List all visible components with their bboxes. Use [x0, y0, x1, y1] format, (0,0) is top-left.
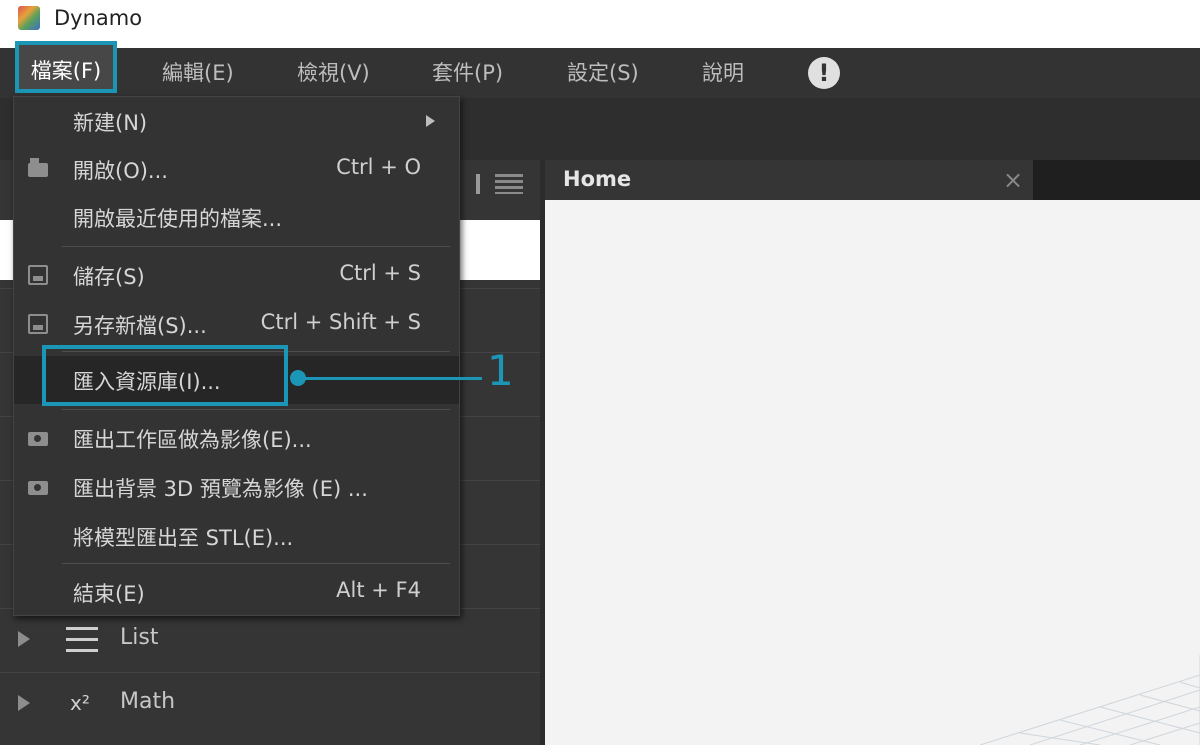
title-bar: Dynamo	[0, 0, 1200, 48]
expand-arrow-icon[interactable]	[18, 631, 30, 647]
callout-highlight-box	[42, 345, 288, 406]
list-icon	[66, 627, 98, 653]
save-icon	[28, 265, 48, 285]
divider-icon	[476, 174, 480, 194]
library-item-label: List	[120, 625, 159, 650]
menu-item-label: 開啟最近使用的檔案...	[73, 207, 283, 231]
camera-icon	[28, 432, 48, 446]
menu-item-label: 另存新檔(S)...	[73, 314, 207, 338]
menu-item-label: 儲存(S)	[73, 265, 145, 289]
menu-item-save[interactable]: 儲存(S) Ctrl + S	[14, 251, 459, 299]
menu-item-shortcut: Alt + F4	[336, 578, 421, 602]
menu-item-shortcut: Ctrl + S	[339, 261, 421, 285]
library-item-math[interactable]: x² Math	[0, 672, 540, 736]
math-icon: x²	[70, 691, 90, 715]
menu-separator	[62, 563, 450, 564]
menu-item-open[interactable]: 開啟(O)... Ctrl + O	[14, 145, 459, 193]
tab-label: Home	[563, 167, 632, 191]
menu-item-label: 新建(N)	[73, 111, 148, 135]
menu-bar: 檔案(F) 編輯(E) 檢視(V) 套件(P) 設定(S) 說明 !	[0, 41, 1200, 98]
folder-icon	[28, 158, 48, 177]
menu-item-shortcut: Ctrl + O	[336, 155, 421, 179]
menu-packages[interactable]: 套件(P)	[432, 48, 503, 98]
workspace[interactable]: Home ×	[545, 160, 1200, 745]
app-title: Dynamo	[54, 6, 143, 30]
menu-separator	[62, 246, 450, 247]
menu-item-shortcut: Ctrl + Shift + S	[260, 310, 421, 334]
exclamation-icon[interactable]: !	[808, 57, 840, 89]
tab-strip: Home ×	[545, 160, 1200, 200]
menu-item-open-recent[interactable]: 開啟最近使用的檔案...	[14, 193, 459, 241]
camera-icon	[28, 481, 48, 495]
save-as-icon	[28, 314, 48, 334]
menu-item-save-as[interactable]: 另存新檔(S)... Ctrl + Shift + S	[14, 300, 459, 348]
menu-help[interactable]: 說明	[702, 48, 744, 98]
menu-item-label: 將模型匯出至 STL(E)...	[73, 526, 294, 550]
list-view-icon[interactable]	[495, 174, 523, 194]
menu-edit[interactable]: 編輯(E)	[162, 48, 234, 98]
background-grid	[979, 655, 1200, 745]
menu-settings[interactable]: 設定(S)	[567, 48, 639, 98]
close-icon[interactable]: ×	[1003, 166, 1023, 194]
menu-item-export-3d-image[interactable]: 匯出背景 3D 預覽為影像 (E) ...	[14, 463, 459, 511]
menu-item-label: 匯出背景 3D 預覽為影像 (E) ...	[73, 477, 368, 501]
tab-home[interactable]: Home ×	[545, 160, 1033, 200]
menu-item-exit[interactable]: 結束(E) Alt + F4	[14, 568, 459, 616]
menu-file[interactable]: 檔案(F)	[15, 41, 117, 93]
menu-item-label: 開啟(O)...	[73, 159, 168, 183]
menu-separator	[62, 409, 450, 410]
menu-view[interactable]: 檢視(V)	[297, 48, 370, 98]
callout-line	[297, 377, 482, 380]
library-item-list[interactable]: List	[0, 608, 540, 672]
menu-item-label: 匯出工作區做為影像(E)...	[73, 428, 312, 452]
dynamo-logo-icon	[18, 6, 40, 30]
menu-item-export-stl[interactable]: 將模型匯出至 STL(E)...	[14, 512, 459, 560]
expand-arrow-icon[interactable]	[18, 695, 30, 711]
library-item-label: Math	[120, 689, 176, 714]
submenu-arrow-icon	[426, 115, 435, 127]
menu-item-label: 結束(E)	[73, 582, 145, 606]
menu-item-new[interactable]: 新建(N)	[14, 97, 459, 145]
menu-item-export-workspace-image[interactable]: 匯出工作區做為影像(E)...	[14, 414, 459, 462]
callout-number: 1	[487, 346, 514, 395]
